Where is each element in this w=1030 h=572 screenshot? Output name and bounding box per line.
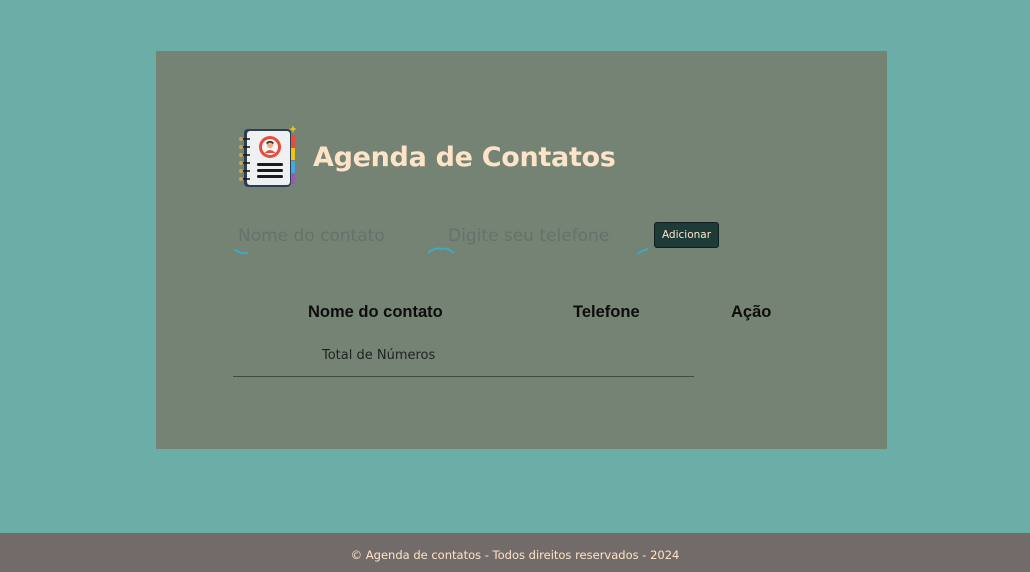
column-header-phone: Telefone [573,303,640,321]
contact-name-input[interactable] [238,221,423,251]
contact-card: Agenda de Contatos Adicionar Nome do con… [156,51,887,449]
page-title: Agenda de Contatos [313,141,616,173]
header: Agenda de Contatos [238,125,616,189]
add-button[interactable]: Adicionar [654,222,719,248]
phone-input[interactable] [448,221,648,251]
column-header-name: Nome do contato [308,303,443,321]
name-field-accent [233,248,249,255]
column-header-action: Ação [731,303,772,321]
phone-field-accent-right [637,248,649,255]
address-book-icon [238,125,297,189]
table-divider [233,376,694,377]
footer-copyright: © Agenda de contatos - Todos direitos re… [350,547,680,562]
footer: © Agenda de contatos - Todos direitos re… [0,533,1030,572]
total-numbers-label: Total de Números [322,348,436,363]
